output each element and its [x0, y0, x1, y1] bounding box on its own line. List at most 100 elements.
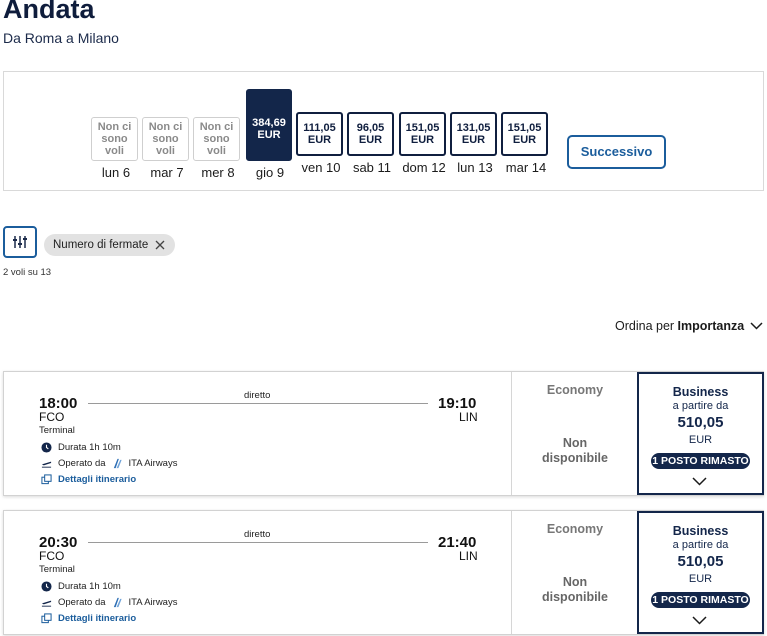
stops-label: diretto: [244, 529, 271, 540]
date-box-line: 111,05: [303, 122, 336, 134]
date-price-box: Non ci sono voli: [91, 117, 138, 161]
date-label: mar 7: [150, 165, 184, 180]
operated-by-text: Operato da: [58, 458, 106, 469]
date-box-line: EUR: [410, 134, 435, 146]
date-box-line: Non ci: [148, 121, 183, 133]
route-line: [88, 542, 428, 543]
date-price-box: 384,69 EUR: [246, 89, 292, 161]
filter-button[interactable]: [3, 226, 37, 258]
economy-unavailable-line1: Non: [562, 436, 588, 450]
departure-terminal: Terminal: [39, 564, 75, 575]
date-label: sab 11: [352, 160, 392, 175]
date-box-line: sono: [101, 133, 128, 145]
chevron-down-icon: [750, 322, 763, 330]
date-option-6[interactable]: 151,05 EUR dom 12: [399, 112, 449, 175]
date-option-3[interactable]: 384,69 EUR gio 9: [245, 89, 295, 180]
date-price-box: 131,05 EUR: [450, 112, 497, 156]
sort-dropdown[interactable]: Ordina per Importanza: [615, 319, 763, 333]
date-price-box: 151,05 EUR: [501, 112, 548, 156]
date-box-line: Non ci: [199, 121, 234, 133]
economy-unavailable-line2: disponibile: [542, 590, 608, 604]
date-option-5[interactable]: 96,05 EUR sab 11: [347, 112, 397, 175]
results-count: 2 voli su 13: [3, 267, 52, 278]
clock-icon: [41, 581, 52, 592]
date-box-line: Non ci: [97, 121, 132, 133]
business-currency: EUR: [688, 573, 713, 585]
business-title: Business: [672, 385, 729, 399]
date-label: mer 8: [201, 165, 235, 180]
date-price-box: 111,05 EUR: [296, 112, 343, 156]
date-box-line: voli: [207, 145, 226, 157]
date-label: ven 10: [301, 160, 341, 175]
date-label: lun 13: [457, 160, 493, 175]
date-option-1: Non ci sono voli mar 7: [142, 117, 192, 180]
date-price-box: 151,05 EUR: [399, 112, 446, 156]
arrival-airport: LIN: [459, 549, 478, 563]
date-label: gio 9: [255, 165, 285, 180]
economy-unavailable: Non disponibile: [512, 436, 638, 466]
page-subtitle: Da Roma a Milano: [3, 30, 119, 46]
business-currency: EUR: [688, 434, 713, 446]
date-box-line: 384,69: [252, 117, 286, 129]
date-box-line: EUR: [307, 134, 332, 146]
date-option-8[interactable]: 151,05 EUR mar 14: [501, 112, 551, 175]
sort-value: Importanza: [677, 319, 745, 333]
date-box-line: EUR: [358, 134, 383, 146]
business-price: 510,05: [677, 553, 724, 570]
economy-unavailable-line2: disponibile: [542, 451, 608, 465]
business-fare-column[interactable]: Business a partire da 510,05 EUR 1 POSTO…: [637, 511, 764, 634]
filter-chip-stops[interactable]: Numero di fermate: [44, 234, 176, 256]
date-box-line: voli: [156, 145, 175, 157]
departure-airport: FCO: [39, 549, 65, 563]
chevron-down-icon[interactable]: [692, 616, 707, 625]
seats-left-badge: 1 POSTO RIMASTO: [651, 592, 750, 608]
economy-fare-column: Economy Non disponibile: [511, 372, 637, 495]
business-title: Business: [672, 524, 729, 538]
date-box-line: EUR: [257, 129, 281, 141]
airplane-icon: [41, 600, 52, 607]
date-option-7[interactable]: 131,05 EUR lun 13: [450, 112, 500, 175]
arrival-airport: LIN: [459, 410, 478, 424]
next-button[interactable]: Successivo: [567, 135, 666, 169]
date-option-2: Non ci sono voli mer 8: [193, 117, 243, 180]
ita-airways-logo: [113, 458, 122, 469]
duration-row: Durata 1h 10m: [41, 581, 121, 592]
seats-left-badge: 1 POSTO RIMASTO: [651, 453, 750, 469]
chip-label: Numero di fermate: [53, 239, 149, 251]
operated-by-text: Operato da: [58, 597, 106, 608]
itinerary-details-text: Dettagli itinerario: [58, 613, 137, 624]
economy-title: Economy: [546, 383, 604, 397]
date-price-box: Non ci sono voli: [193, 117, 240, 161]
date-box-line: 151,05: [405, 122, 440, 134]
sliders-icon: [13, 236, 27, 248]
date-box-line: sono: [152, 133, 179, 145]
business-from-text: a partire da: [672, 400, 729, 412]
duration-text: Durata 1h 10m: [58, 442, 121, 453]
economy-unavailable-line1: Non: [562, 575, 588, 589]
date-option-4[interactable]: 111,05 EUR ven 10: [296, 112, 346, 175]
business-from-text: a partire da: [672, 539, 729, 551]
economy-title: Economy: [546, 522, 604, 536]
date-option-0: Non ci sono voli lun 6: [91, 117, 141, 180]
date-box-line: voli: [105, 145, 124, 157]
sort-prefix: Ordina per: [615, 319, 675, 333]
page-title: Andata: [3, 0, 95, 24]
date-box-line: 151,05: [507, 122, 542, 134]
external-link-icon: [41, 613, 52, 624]
date-box-line: 96,05: [356, 122, 385, 134]
flight-card[interactable]: diretto 20:30 FCO Terminal 21:40 LIN Dur…: [3, 510, 764, 635]
business-fare-column[interactable]: Business a partire da 510,05 EUR 1 POSTO…: [637, 372, 764, 495]
date-box-line: EUR: [512, 134, 537, 146]
itinerary-details-link[interactable]: Dettagli itinerario: [41, 474, 136, 485]
date-box-line: EUR: [461, 134, 486, 146]
date-price-box: 96,05 EUR: [347, 112, 394, 156]
clock-icon: [41, 442, 52, 453]
ita-airways-logo: [113, 597, 122, 608]
date-box-line: 131,05: [456, 122, 491, 134]
flight-card[interactable]: diretto 18:00 FCO Terminal 19:10 LIN Dur…: [3, 371, 764, 496]
chevron-down-icon[interactable]: [692, 477, 707, 486]
itinerary-details-link[interactable]: Dettagli itinerario: [41, 613, 136, 624]
close-icon[interactable]: [155, 240, 165, 250]
date-label: mar 14: [505, 160, 547, 175]
date-price-box: Non ci sono voli: [142, 117, 189, 161]
